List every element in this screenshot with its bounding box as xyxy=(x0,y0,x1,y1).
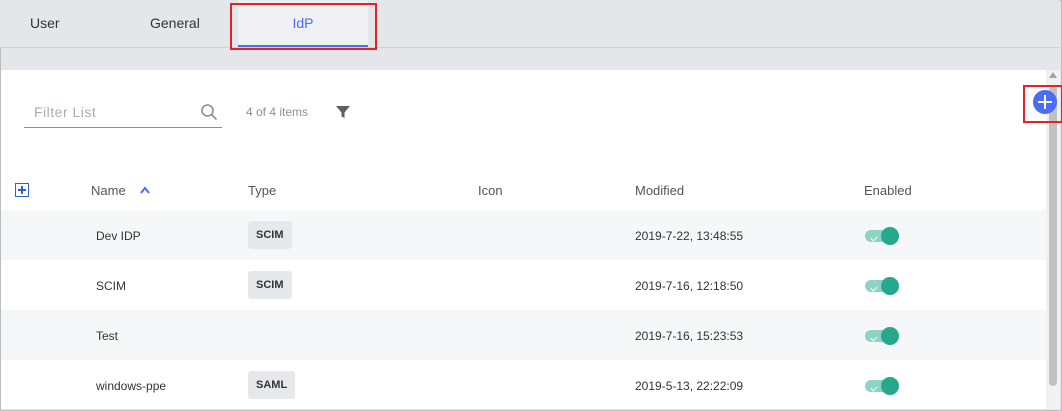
scroll-up-arrow-icon[interactable] xyxy=(1049,72,1057,78)
check-icon xyxy=(870,284,878,292)
filter-input[interactable] xyxy=(24,98,194,126)
row-name: Test xyxy=(96,329,119,343)
add-button-highlight xyxy=(1023,85,1062,123)
toggle-thumb xyxy=(881,227,899,245)
row-name: SCIM xyxy=(96,279,126,293)
tab-general[interactable]: General xyxy=(150,0,200,47)
column-header-type[interactable]: Type xyxy=(248,183,276,198)
tab-bar: User General IdP xyxy=(0,0,1060,48)
column-header-enabled[interactable]: Enabled xyxy=(864,183,912,198)
table-row[interactable]: Test 2019-7-16, 15:23:53 xyxy=(1,310,1046,360)
toggle-thumb xyxy=(881,277,899,295)
row-modified: 2019-5-13, 22:22:09 xyxy=(635,379,744,393)
check-icon xyxy=(870,234,878,242)
tab-user[interactable]: User xyxy=(30,0,60,47)
row-name: windows-ppe xyxy=(96,379,167,393)
table-row[interactable]: Dev IDP SCIM 2019-7-22, 13:48:55 xyxy=(1,210,1046,260)
table-row[interactable]: windows-ppe SAML 2019-5-13, 22:22:09 xyxy=(1,360,1046,410)
scroll-thumb[interactable] xyxy=(1049,86,1057,386)
toggle-thumb xyxy=(881,327,899,345)
toggle-thumb xyxy=(881,377,899,395)
column-header-icon[interactable]: Icon xyxy=(478,183,503,198)
type-badge: SAML xyxy=(248,371,296,399)
table-row[interactable]: SCIM SCIM 2019-7-16, 12:18:50 xyxy=(1,260,1046,310)
row-modified: 2019-7-16, 12:18:50 xyxy=(635,279,744,293)
search-icon[interactable] xyxy=(200,103,218,121)
check-icon xyxy=(870,384,878,392)
expand-all-icon[interactable] xyxy=(15,183,29,197)
filter-icon[interactable] xyxy=(336,105,350,119)
check-icon xyxy=(870,334,878,342)
item-count: 4 of 4 items xyxy=(246,105,309,119)
sort-ascending-icon[interactable] xyxy=(140,186,150,194)
enabled-toggle[interactable] xyxy=(865,276,899,295)
idp-tab-highlight xyxy=(230,3,377,50)
type-badge: SCIM xyxy=(248,221,292,249)
enabled-toggle[interactable] xyxy=(865,226,899,245)
column-header-modified[interactable]: Modified xyxy=(635,183,684,198)
enabled-toggle[interactable] xyxy=(865,326,899,345)
enabled-toggle[interactable] xyxy=(865,376,899,395)
row-modified: 2019-7-16, 15:23:53 xyxy=(635,329,744,343)
filter-field xyxy=(24,98,222,128)
row-name: Dev IDP xyxy=(96,229,141,243)
type-badge: SCIM xyxy=(248,271,292,299)
column-header-name[interactable]: Name xyxy=(91,183,126,198)
row-modified: 2019-7-22, 13:48:55 xyxy=(635,229,744,243)
